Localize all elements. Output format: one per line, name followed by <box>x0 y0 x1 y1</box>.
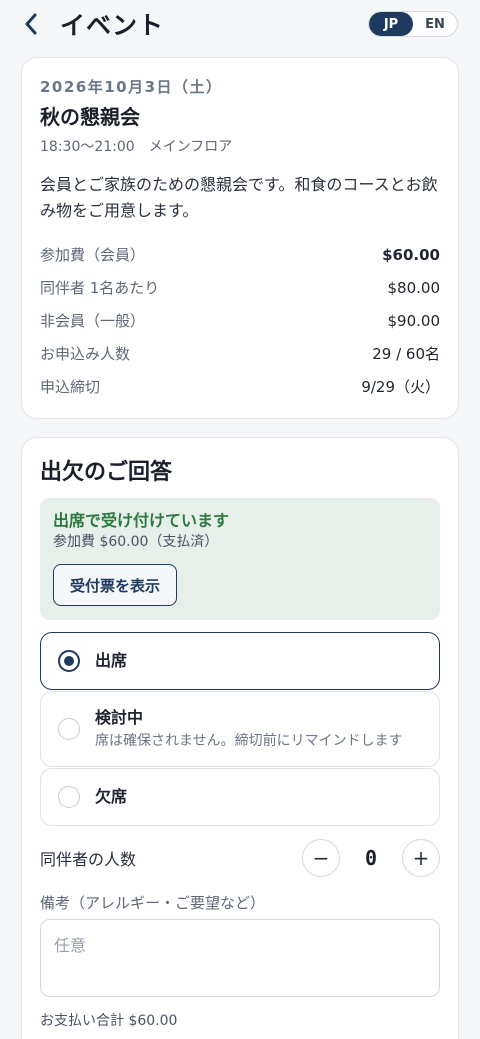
event-info-list: 参加費（会員） $60.00 同伴者 1名あたり $80.00 非会員（一般） … <box>40 238 440 403</box>
option-text: 出席 <box>95 650 127 672</box>
lang-en-button[interactable]: EN <box>413 12 457 36</box>
info-value: 29 / 60名 <box>372 345 440 363</box>
companion-row: 同伴者の人数 − 0 + <box>40 838 440 878</box>
info-row-companion-fee: 同伴者 1名あたり $80.00 <box>40 271 440 304</box>
rsvp-status-box: 出席で受け付けています 参加費 $60.00（支払済） 受付票を表示 <box>40 498 440 620</box>
rsvp-title: 出欠のご回答 <box>40 460 173 485</box>
notes-label: 備考（アレルギー・ご要望など） <box>40 894 266 912</box>
companion-count: 0 <box>364 846 378 870</box>
companion-stepper: − 0 + <box>302 839 440 877</box>
info-value: $90.00 <box>387 311 441 330</box>
info-row-member-fee: 参加費（会員） $60.00 <box>40 238 440 271</box>
lang-jp-button[interactable]: JP <box>369 12 413 36</box>
option-text: 欠席 <box>95 786 127 808</box>
radio-undecided[interactable] <box>58 718 80 740</box>
info-value: 9/29（火） <box>361 378 440 396</box>
rsvp-card: 出欠のご回答 出席で受け付けています 参加費 $60.00（支払済） 受付票を表… <box>21 437 459 1039</box>
language-toggle: JP EN <box>368 11 458 37</box>
event-date: 2026年10月3日（土） <box>40 78 223 96</box>
info-value: $60.00 <box>382 245 440 264</box>
info-label: 同伴者 1名あたり <box>40 279 160 297</box>
info-row-deadline: 申込締切 9/29（火） <box>40 370 440 403</box>
event-card: 2026年10月3日（土） 秋の懇親会 18:30〜21:00 メインフロア 会員… <box>21 57 459 419</box>
option-label: 検討中 <box>95 708 144 727</box>
app-header: イベント JP EN <box>0 0 480 48</box>
show-ticket-button[interactable]: 受付票を表示 <box>53 564 178 606</box>
event-location: メインフロア <box>148 139 233 155</box>
info-row-nonmember-fee: 非会員（一般） $90.00 <box>40 304 440 337</box>
radio-decline[interactable] <box>58 786 80 808</box>
option-label: 出席 <box>95 651 128 670</box>
info-value: $80.00 <box>387 278 441 297</box>
option-description: 席は確保されません。締切前にリマインドします <box>95 733 403 749</box>
chevron-left-icon[interactable] <box>18 11 44 37</box>
page-title: イベント <box>60 11 165 40</box>
increment-button[interactable]: + <box>402 839 440 877</box>
notes-input[interactable] <box>40 919 440 997</box>
info-label: お申込み人数 <box>40 345 131 363</box>
status-title: 出席で受け付けています <box>53 511 230 530</box>
event-time: 18:30〜21:00 <box>40 139 135 155</box>
option-attend[interactable]: 出席 <box>40 632 440 690</box>
companion-label: 同伴者の人数 <box>40 850 137 869</box>
event-name: 秋の懇親会 <box>40 105 140 129</box>
option-decline[interactable]: 欠席 <box>40 768 440 826</box>
info-row-signups: お申込み人数 29 / 60名 <box>40 337 440 370</box>
decrement-button[interactable]: − <box>302 839 340 877</box>
info-label: 申込締切 <box>40 378 101 396</box>
payment-total: お支払い合計 $60.00 <box>40 1013 178 1029</box>
status-subtitle: 参加費 $60.00（支払済） <box>53 534 219 550</box>
info-label: 参加費（会員） <box>40 246 146 264</box>
event-description: 会員とご家族のための懇親会です。和食のコースとお飲み物をご用意します。 <box>40 175 438 220</box>
option-label: 欠席 <box>95 787 128 806</box>
radio-attend[interactable] <box>58 650 80 672</box>
option-text: 検討中 席は確保されません。締切前にリマインドします <box>95 707 403 751</box>
info-label: 非会員（一般） <box>40 312 146 330</box>
event-meta: 18:30〜21:00 メインフロア <box>40 136 440 158</box>
header-left: イベント <box>18 6 164 42</box>
rsvp-options: 出席 検討中 席は確保されません。締切前にリマインドします 欠席 <box>40 632 440 826</box>
option-undecided[interactable]: 検討中 席は確保されません。締切前にリマインドします <box>40 691 440 767</box>
